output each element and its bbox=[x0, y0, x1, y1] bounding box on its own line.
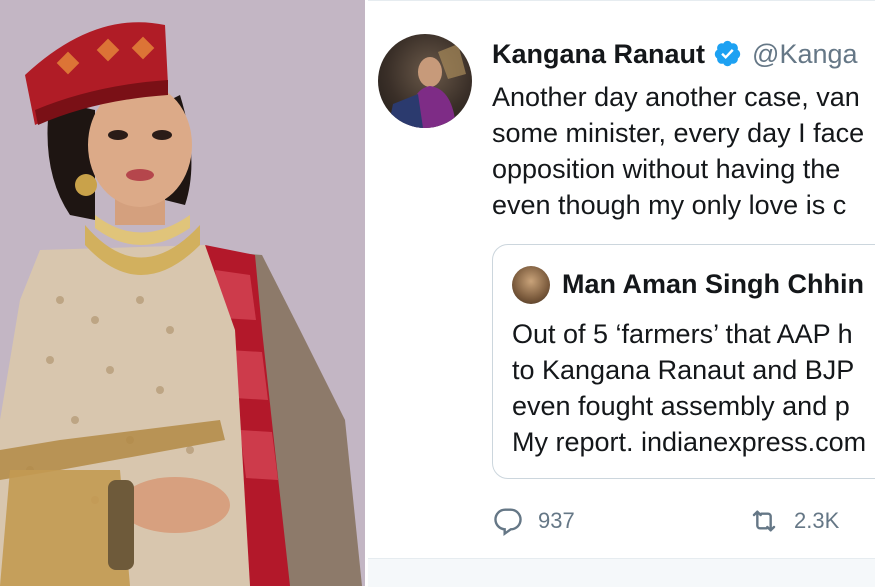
avatar-image bbox=[388, 44, 466, 128]
quoted-tweet[interactable]: Man Aman Singh Chhin Out of 5 ‘farmers’ … bbox=[492, 244, 875, 479]
quoted-author-avatar bbox=[512, 266, 550, 304]
person-photo bbox=[0, 0, 365, 586]
retweet-icon bbox=[752, 510, 776, 532]
quoted-text-line: Out of 5 ‘farmers’ that AAP h bbox=[512, 319, 853, 349]
verified-badge-icon bbox=[713, 39, 742, 68]
reply-icon bbox=[494, 508, 522, 537]
author-avatar[interactable] bbox=[378, 34, 472, 128]
retweet-button[interactable]: 2.3K bbox=[748, 501, 839, 541]
quoted-text-line: to Kangana Ranaut and BJP bbox=[512, 355, 855, 385]
quoted-text-line: even fought assembly and p bbox=[512, 391, 850, 421]
author-display-name[interactable]: Kangana Ranaut bbox=[492, 39, 705, 69]
reply-button[interactable]: 937 bbox=[492, 501, 575, 541]
tweet-body: Another day another case, van some minis… bbox=[492, 79, 875, 223]
tweet-text-line: opposition without having the bbox=[492, 154, 841, 184]
quoted-text-line: My report. indianexpress.com bbox=[512, 427, 867, 457]
tweet-text-line: Another day another case, van bbox=[492, 82, 860, 112]
author-header: Kangana Ranaut @Kanga bbox=[492, 37, 858, 71]
tweet-text-line: some minister, every day I face bbox=[492, 118, 865, 148]
tweet-card: Kangana Ranaut @Kanga Another day another… bbox=[368, 0, 875, 587]
quoted-tweet-body: Out of 5 ‘farmers’ that AAP h to Kangana… bbox=[512, 316, 866, 460]
reply-count: 937 bbox=[538, 508, 575, 533]
portrait-illustration bbox=[0, 0, 365, 586]
quoted-author-name: Man Aman Singh Chhin bbox=[562, 269, 864, 299]
tweet-text-line: even though my only love is c bbox=[492, 190, 847, 220]
retweet-count: 2.3K bbox=[794, 508, 840, 533]
author-handle[interactable]: @Kanga bbox=[752, 39, 857, 69]
bottom-bar bbox=[368, 558, 875, 587]
